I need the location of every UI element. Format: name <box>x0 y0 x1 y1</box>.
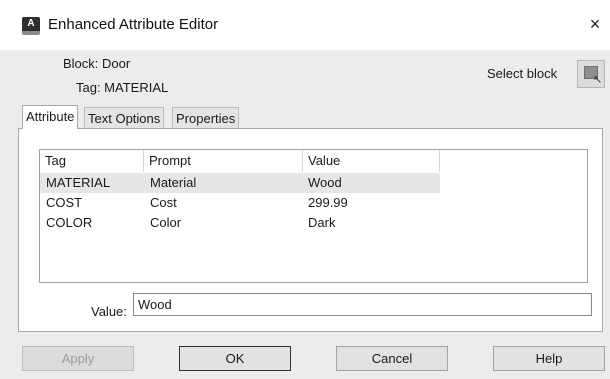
row-value: 299.99 <box>308 195 348 210</box>
value-input[interactable]: Wood <box>133 293 592 316</box>
cursor-arrow-icon: ↖ <box>593 74 603 86</box>
row-prompt: Cost <box>150 195 177 210</box>
row-value: Wood <box>308 175 342 190</box>
row-tag: COLOR <box>46 215 93 230</box>
close-button[interactable]: × <box>584 13 606 35</box>
row-value: Dark <box>308 215 336 230</box>
help-button[interactable]: Help <box>493 346 605 371</box>
column-header-tag[interactable]: Tag <box>40 150 144 172</box>
cancel-button[interactable]: Cancel <box>336 346 448 371</box>
value-field-label: Value: <box>91 304 127 319</box>
tab-properties[interactable]: Properties <box>172 107 240 128</box>
dialog-body: Block: Door Tag: MATERIAL Select block ↖… <box>0 50 610 379</box>
row-tag: COST <box>46 195 83 210</box>
block-name-label: Block: Door <box>63 56 131 71</box>
title-bar: A Enhanced Attribute Editor × <box>0 0 610 50</box>
apply-button[interactable]: Apply <box>22 346 134 371</box>
row-tag: MATERIAL <box>46 175 111 190</box>
tab-text-options[interactable]: Text Options <box>84 107 165 128</box>
autocad-app-icon: A <box>22 17 40 35</box>
select-block-button[interactable]: ↖ <box>577 60 605 88</box>
attribute-list[interactable]: Tag Prompt Value MATERIAL Material Wood … <box>39 149 588 283</box>
table-row[interactable]: COLOR Color Dark <box>40 213 440 233</box>
row-prompt: Material <box>150 175 197 190</box>
table-row[interactable]: MATERIAL Material Wood <box>40 173 440 193</box>
table-row[interactable]: COST Cost 299.99 <box>40 193 440 213</box>
column-header-value[interactable]: Value <box>303 150 440 172</box>
tag-name-label: Tag: MATERIAL <box>76 80 169 95</box>
ok-button[interactable]: OK <box>179 346 291 371</box>
row-prompt: Color <box>150 215 182 230</box>
column-header-prompt[interactable]: Prompt <box>144 150 303 172</box>
tab-attribute[interactable]: Attribute <box>22 105 79 129</box>
window-title: Enhanced Attribute Editor <box>48 16 219 33</box>
select-block-label: Select block <box>487 66 558 81</box>
